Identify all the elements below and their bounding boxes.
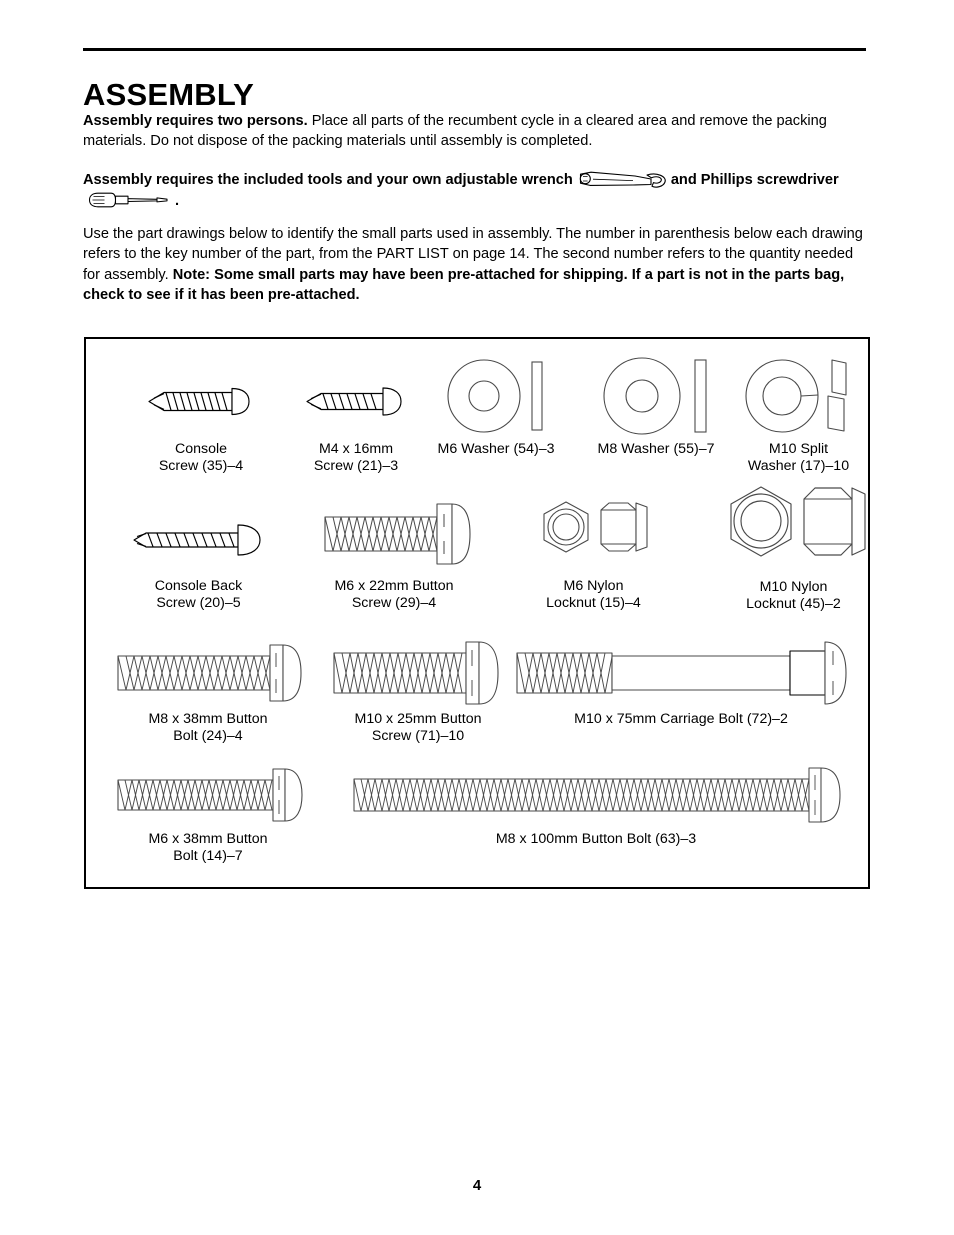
part-label: M10 Nylon Locknut (45)–2 — [746, 579, 841, 613]
m8-washer-drawing — [603, 357, 707, 435]
part-item-m6-nylon-locknut: M6 Nylon Locknut (15)–4 — [491, 494, 696, 613]
part-item-m8x100-button-bolt: M8 x 100mm Button Bolt (63)–3 — [331, 761, 861, 848]
part-label: M10 x 25mm Button Screw (71)–10 — [354, 711, 482, 745]
m6x38-button-bolt-drawing — [117, 768, 303, 822]
part-label: M6 Nylon Locknut (15)–4 — [546, 578, 641, 612]
tools-text-before-wrench: Assembly requires the included tools and… — [83, 171, 573, 188]
parts-explanation-paragraph: Use the part drawings below to identify … — [83, 224, 867, 305]
title-rule — [83, 48, 866, 51]
phillips-screwdriver-icon — [87, 192, 173, 208]
tools-paragraph: Assembly requires the included tools and… — [83, 169, 867, 211]
m10x25-button-screw-drawing — [332, 641, 499, 705]
part-label: M6 x 22mm Button Screw (29)–4 — [334, 578, 454, 612]
document-page: ASSEMBLY Assembly requires two persons. … — [0, 0, 954, 1235]
tools-text-end: . — [175, 193, 180, 209]
m10-nylon-locknut-drawing — [729, 486, 866, 557]
adjustable-wrench-icon — [577, 168, 669, 190]
intro-bold-lead: Assembly requires two persons. — [83, 113, 308, 129]
console-screw-drawing — [148, 387, 250, 416]
part-item-m10-nylon-locknut: M10 Nylon Locknut (45)–2 — [691, 482, 896, 614]
m10x75-carriage-bolt-drawing — [515, 641, 847, 705]
part-item-m8x38-button-bolt: M8 x 38mm Button Bolt (24)–4 — [98, 639, 318, 746]
part-item-m6x22-button-screw: M6 x 22mm Button Screw (29)–4 — [284, 494, 504, 613]
part-item-m6x38-button-bolt: M6 x 38mm Button Bolt (14)–7 — [98, 761, 318, 866]
part-item-m10-split-washer: M10 Split Washer (17)–10 — [711, 354, 886, 476]
m10-split-washer-drawing — [744, 359, 847, 433]
part-label: M8 x 38mm Button Bolt (24)–4 — [148, 711, 268, 745]
intro-paragraph: Assembly requires two persons. Place all… — [83, 111, 867, 152]
parts-note-bold: Note: Some small parts may have been pre… — [83, 266, 845, 303]
part-label: Console Back Screw (20)–5 — [154, 578, 243, 612]
parts-drawings-box: Console Screw (35)–4 M4 x 16mm Screw (21… — [84, 337, 870, 889]
page-title: ASSEMBLY — [83, 76, 254, 112]
part-label: M10 Split Washer (17)–10 — [747, 441, 850, 475]
m8x38-button-bolt-drawing — [117, 644, 302, 702]
page-number: 4 — [472, 1177, 482, 1194]
part-item-m10x75-carriage-bolt: M10 x 75mm Carriage Bolt (72)–2 — [501, 639, 861, 728]
part-label: M10 x 75mm Carriage Bolt (72)–2 — [574, 711, 788, 727]
part-label: M8 x 100mm Button Bolt (63)–3 — [495, 831, 697, 847]
m6x22-button-screw-drawing — [323, 503, 471, 565]
tools-text-mid: and Phillips screwdriver — [670, 171, 839, 188]
part-item-m10x25-button-screw: M10 x 25mm Button Screw (71)–10 — [308, 639, 528, 746]
m6-nylon-locknut-drawing — [543, 501, 648, 553]
part-label: M6 x 38mm Button Bolt (14)–7 — [148, 831, 268, 865]
console-back-screw-drawing — [133, 524, 261, 556]
m6-washer-drawing — [447, 359, 543, 433]
m8x100-button-bolt-drawing — [353, 767, 841, 823]
part-item-console-back-screw: Console Back Screw (20)–5 — [101, 504, 296, 613]
